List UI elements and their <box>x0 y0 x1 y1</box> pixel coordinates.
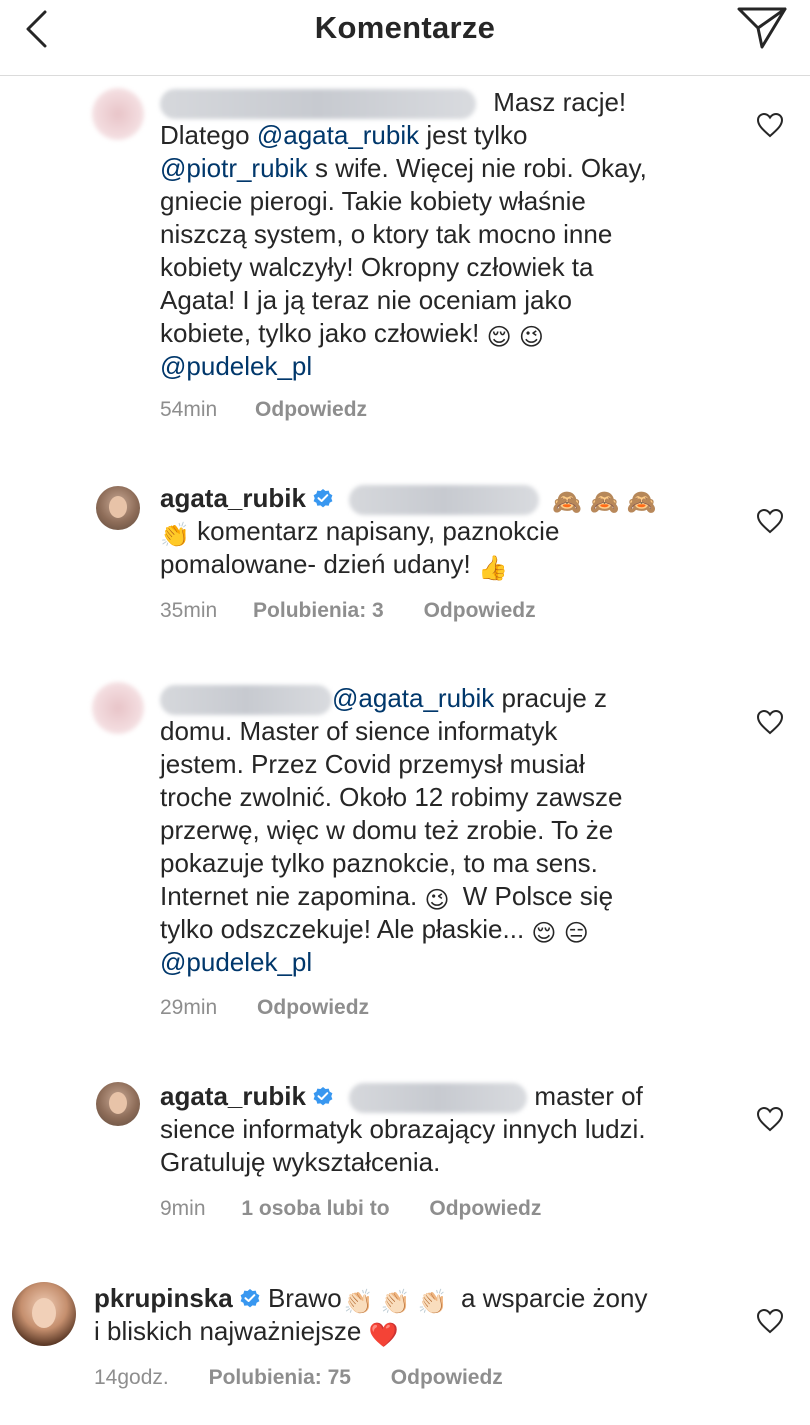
reply-button[interactable]: Odpowiedz <box>257 996 369 1020</box>
relieved-face-emoji: 😌 <box>486 324 512 352</box>
heart-outline-icon[interactable] <box>756 709 784 735</box>
comment-line: pokazuje tylko paznokcie, to ma sens. <box>160 848 598 879</box>
comment-line: i bliskich najważniejsze ❤️ <box>94 1316 399 1349</box>
clapping-hands-emoji: 👏🏻 <box>417 1289 448 1316</box>
comment-line: @piotr_rubik s wife. Więcej nie robi. Ok… <box>160 153 647 184</box>
heart-outline-icon[interactable] <box>756 112 784 138</box>
likes-count[interactable]: Polubienia: 3 <box>253 599 384 623</box>
mention-link[interactable]: @piotr_rubik <box>160 153 308 183</box>
redacted-username <box>160 89 476 120</box>
reply-button[interactable]: Odpowiedz <box>429 1197 541 1221</box>
comment-line: @pudelek_pl <box>160 946 740 979</box>
comment-time: 14godz. <box>94 1366 169 1389</box>
avatar[interactable] <box>96 486 140 530</box>
comment-text: @agata_rubik pracuje z domu. Master of s… <box>160 682 740 979</box>
heart-outline-icon[interactable] <box>756 1106 784 1132</box>
mention-link[interactable]: @agata_rubik <box>332 683 494 713</box>
comment-meta: 54min Odpowiedz <box>160 398 367 422</box>
verified-badge-icon <box>313 1087 333 1106</box>
comment-time: 29min <box>160 996 218 1019</box>
comment-line: kobiety walczyły! Okropny człowiek ta <box>160 252 594 283</box>
comment-line: przerwę, więc w domu też zrobie. To że <box>160 815 614 846</box>
comment-text: Masz racje! Dlatego @agata_rubik jest ty… <box>160 86 740 383</box>
winking-face-emoji: 😉 <box>424 887 450 915</box>
comment-line: pomalowane- dzień udany! 👍 <box>160 549 508 583</box>
comment-line: Internet nie zapomina. 😉 W Polsce się <box>160 881 614 915</box>
red-heart-emoji: ❤️ <box>368 1322 399 1349</box>
comment-text: agata_rubik 🙈 🙈 🙈 👏 komentarz napisany, … <box>160 482 740 581</box>
comment-meta: 9min 1 osoba lubi to Odpowiedz <box>160 1197 541 1221</box>
verified-badge-icon <box>240 1289 260 1308</box>
comment-text: agata_rubik master of sience informatyk … <box>160 1080 740 1179</box>
clapping-hands-emoji: 👏🏻 <box>343 1289 374 1316</box>
comment-line: @pudelek_pl <box>160 350 740 383</box>
comment-meta: 35min Polubienia: 3 Odpowiedz <box>160 599 536 623</box>
comment-line: tylko odszczekuje! Ale płaskie... 😌 😑 <box>160 914 589 948</box>
clapping-hands-emoji: 👏🏻 <box>380 1289 411 1316</box>
heart-outline-icon[interactable] <box>756 1308 784 1334</box>
top-bar: Komentarze <box>0 0 810 76</box>
see-no-evil-monkey-emoji: 🙈 <box>626 489 657 516</box>
comment-line: gniecie pierogi. Takie kobiety właśnie <box>160 186 586 217</box>
username-link[interactable]: agata_rubik <box>160 483 306 513</box>
clapping-hands-emoji: 👏 <box>160 522 190 550</box>
page-title: Komentarze <box>314 10 496 45</box>
thumbs-up-emoji: 👍 <box>478 555 508 583</box>
comment-line: pkrupinska Brawo👏🏻 👏🏻 👏🏻 a wsparcie żony <box>94 1283 648 1316</box>
avatar[interactable] <box>96 1082 140 1126</box>
comment-line: agata_rubik master of <box>160 1080 740 1114</box>
mention-link[interactable]: @pudelek_pl <box>160 351 312 381</box>
heart-outline-icon[interactable] <box>756 508 784 534</box>
comment-line: sience informatyk obrazający innych ludz… <box>160 1114 646 1145</box>
username-link[interactable]: pkrupinska <box>94 1283 233 1313</box>
comment-time: 54min <box>160 398 218 421</box>
comment-line: agata_rubik 🙈 🙈 🙈 <box>160 482 740 516</box>
comment-line: niszczą system, o ktory tak mocno inne <box>160 219 613 250</box>
expressionless-face-emoji: 😑 <box>563 920 589 948</box>
comment-line: 👏 komentarz napisany, paznokcie <box>160 516 560 550</box>
reply-button[interactable]: Odpowiedz <box>391 1366 503 1390</box>
redacted-username <box>349 485 540 516</box>
comment-meta: 29min Odpowiedz <box>160 996 369 1020</box>
comment-line: troche zwolnić. Około 12 robimy zawsze <box>160 782 623 813</box>
redacted-username <box>160 685 332 716</box>
comment-line: Gratuluję wykształcenia. <box>160 1147 441 1178</box>
likes-count[interactable]: 1 osoba lubi to <box>241 1197 389 1221</box>
reply-button[interactable]: Odpowiedz <box>255 398 367 422</box>
comment-line: Dlatego @agata_rubik jest tylko <box>160 120 528 151</box>
winking-face-emoji: 😉 <box>518 324 544 352</box>
avatar[interactable] <box>12 1282 76 1346</box>
paper-plane-icon[interactable] <box>736 6 788 50</box>
likes-count[interactable]: Polubienia: 75 <box>209 1366 351 1390</box>
reply-button[interactable]: Odpowiedz <box>424 599 536 623</box>
comment-time: 9min <box>160 1197 206 1220</box>
see-no-evil-monkey-emoji: 🙈 <box>552 489 583 516</box>
mention-link[interactable]: @agata_rubik <box>257 120 419 150</box>
comment-text: pkrupinska Brawo👏🏻 👏🏻 👏🏻 a wsparcie żony… <box>94 1282 754 1348</box>
comment-line: kobiete, tylko jako człowiek! 😌 😉 <box>160 318 544 352</box>
comment-meta: 14godz. Polubienia: 75 Odpowiedz <box>94 1366 503 1390</box>
avatar[interactable] <box>92 88 144 140</box>
redacted-username <box>349 1083 528 1114</box>
username-link[interactable]: agata_rubik <box>160 1081 306 1111</box>
comment-line: Masz racje! <box>160 86 740 120</box>
comment-line: jestem. Przez Covid przemysł musiał <box>160 749 585 780</box>
comment-line: Agata! I ja ją teraz nie oceniam jako <box>160 285 572 316</box>
comment-time: 35min <box>160 599 218 622</box>
comment-line: domu. Master of sience informatyk <box>160 716 558 747</box>
verified-badge-icon <box>313 489 333 508</box>
avatar[interactable] <box>92 682 144 734</box>
comment-line: @agata_rubik pracuje z <box>160 682 740 716</box>
relieved-face-emoji: 😌 <box>531 920 557 948</box>
mention-link[interactable]: @pudelek_pl <box>160 947 312 977</box>
see-no-evil-monkey-emoji: 🙈 <box>589 489 620 516</box>
